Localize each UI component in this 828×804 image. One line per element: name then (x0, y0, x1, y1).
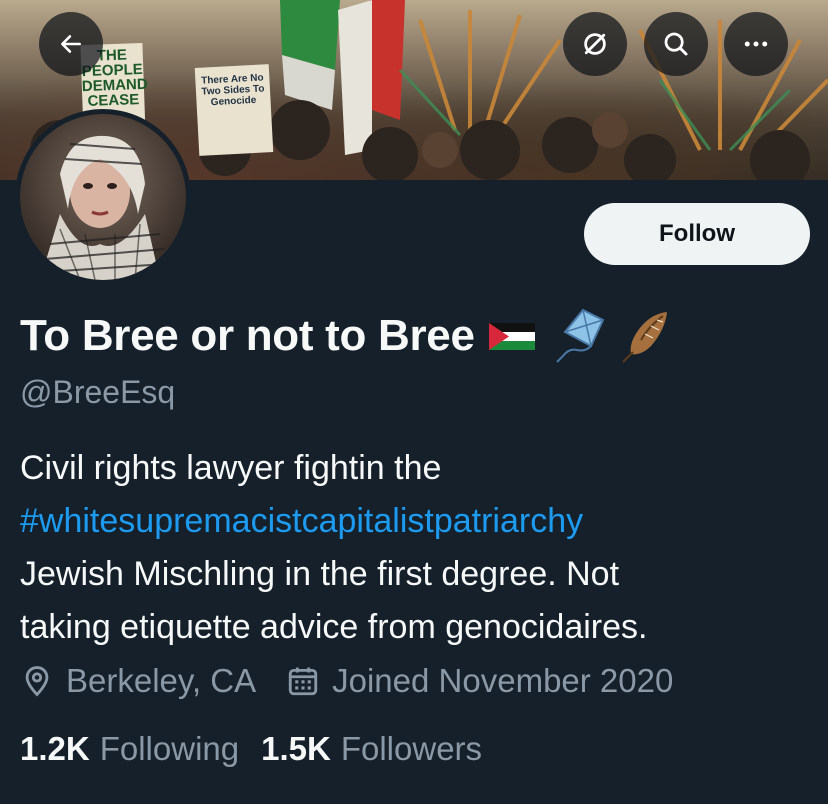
feather-icon (621, 312, 667, 363)
location: Berkeley, CA (20, 662, 256, 700)
join-date-text: Joined November 2020 (332, 662, 674, 699)
bio-hashtag-link[interactable]: #whitesupremacistcapitalistpatriarchy (20, 495, 810, 548)
location-pin-icon (25, 666, 49, 697)
avatar[interactable] (15, 109, 191, 285)
location-text: Berkeley, CA (66, 662, 257, 699)
followers-count: 1.5K (261, 730, 331, 767)
username-handle: @BreeEsq (20, 374, 176, 410)
eye-slash-icon (584, 33, 606, 55)
bio-line: Jewish Mischling in the first degree. No… (20, 555, 620, 593)
more-button[interactable] (724, 12, 788, 76)
search-button[interactable] (644, 12, 708, 76)
following-label: Following (99, 730, 240, 767)
more-horizontal-icon (744, 41, 768, 47)
followers-label: Followers (340, 730, 483, 767)
following-count: 1.2K (20, 730, 90, 767)
follow-button[interactable]: Follow (584, 203, 810, 265)
display-name: To Bree or not to Bree (20, 311, 475, 360)
followers-link[interactable]: 1.5K Followers (261, 730, 482, 768)
profile-meta: Berkeley, CA Joined November 2020 (20, 662, 673, 700)
search-icon (664, 32, 688, 56)
profile-bio: Civil rights lawyer fightin the #whitesu… (20, 442, 810, 654)
kite-icon (555, 308, 604, 363)
sign-line: CEASE (87, 91, 140, 110)
follow-stats: 1.2K Following 1.5K Followers (20, 730, 482, 768)
bio-line: taking etiquette advice from genocidaire… (20, 608, 648, 646)
back-button[interactable] (39, 12, 103, 76)
avatar-image (20, 114, 186, 280)
banner-sign-genocide: There Are No Two Sides To Genocide (194, 64, 274, 156)
hide-button[interactable] (563, 12, 627, 76)
bio-line: Civil rights lawyer fightin the (20, 449, 442, 487)
following-link[interactable]: 1.2K Following (20, 730, 239, 768)
palestine-flag-icon (488, 323, 535, 350)
calendar-icon (288, 667, 318, 696)
display-name-row: To Bree or not to Bree (20, 308, 671, 364)
join-date: Joined November 2020 (286, 662, 673, 700)
arrow-left-icon (61, 35, 81, 53)
